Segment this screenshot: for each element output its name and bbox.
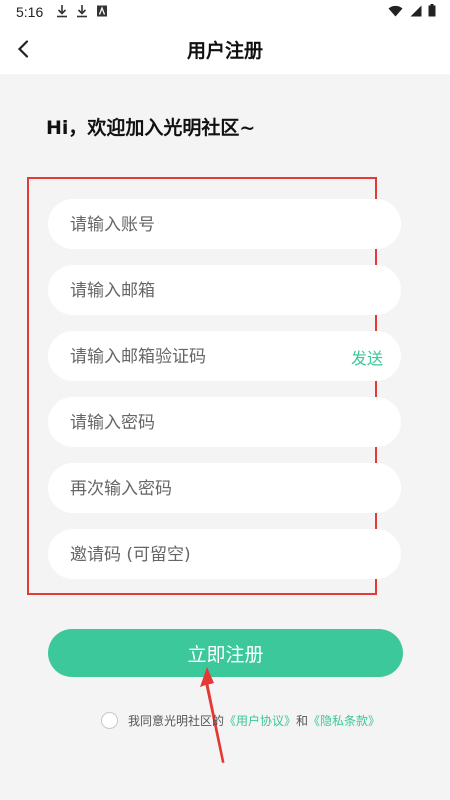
download-icon [56, 4, 68, 22]
status-notification-icons [56, 4, 108, 22]
battery-icon [428, 4, 436, 21]
status-system-icons [388, 4, 436, 21]
agreement-and: 和 [296, 713, 309, 728]
text-icon [96, 4, 108, 22]
account-input[interactable] [68, 199, 352, 251]
page-title: 用户注册 [186, 40, 263, 62]
send-code-button[interactable]: 发送 [351, 345, 383, 369]
email-input[interactable] [68, 265, 352, 317]
wifi-icon [388, 5, 403, 21]
signal-icon [409, 5, 422, 21]
password-input[interactable] [68, 397, 352, 449]
password-confirm-field [48, 463, 401, 515]
password-confirm-input[interactable] [68, 463, 352, 515]
agreement-checkbox[interactable] [101, 711, 118, 729]
agreement-row: 我同意光明社区的 《用户协议》 和 《隐私条款》 [101, 709, 380, 731]
user-agreement-link[interactable]: 《用户协议》 [224, 712, 296, 729]
status-bar: 5:16 [0, 0, 450, 24]
account-field [48, 199, 401, 251]
nav-bar: 用户注册 [0, 24, 450, 74]
invite-code-field [48, 529, 401, 581]
download-icon [76, 4, 88, 22]
privacy-policy-link[interactable]: 《隐私条款》 [308, 712, 380, 729]
password-field [48, 397, 401, 449]
status-time: 5:16 [16, 4, 44, 20]
email-code-input[interactable] [68, 331, 352, 383]
invite-code-input[interactable] [68, 529, 352, 581]
register-button[interactable]: 立即注册 [48, 629, 403, 677]
email-code-field: 发送 [48, 331, 401, 383]
greeting-text: Hi，欢迎加入光明社区~ [46, 117, 256, 139]
agreement-prefix: 我同意光明社区的 [128, 713, 225, 728]
email-field [48, 265, 401, 317]
